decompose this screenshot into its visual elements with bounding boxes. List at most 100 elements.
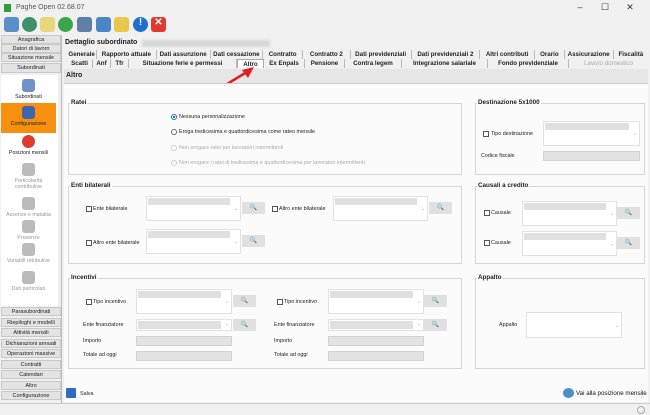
close-window-button[interactable]: ✕: [620, 2, 640, 14]
search-button[interactable]: 🔍: [233, 295, 256, 307]
sidebar-subordinati[interactable]: Subordinati: [1, 63, 61, 73]
altro-ente-2-combo[interactable]: ⌄: [146, 229, 241, 254]
search-button[interactable]: 🔍: [424, 319, 447, 331]
tipo-incentivo-combo[interactable]: ⌄: [136, 289, 232, 314]
appalto-combo[interactable]: ⌄: [526, 312, 622, 338]
close-icon[interactable]: ✕: [151, 17, 166, 32]
tab-row-1: Generale Rapporto attuale Dati assunzion…: [67, 50, 648, 59]
search-button[interactable]: 🔍: [429, 202, 452, 214]
label: Subordinati: [15, 94, 42, 100]
tab-dati-previdenziali[interactable]: Dati previdenziali: [351, 50, 412, 59]
ente-bilaterale-checkbox[interactable]: [86, 206, 92, 212]
search-button[interactable]: 🔍: [233, 319, 256, 331]
panel-item-configurazione[interactable]: Configurazione: [1, 103, 56, 133]
tab-integrazione-salariale[interactable]: Integrazione salariale: [402, 59, 488, 68]
search-button[interactable]: 🔍: [242, 202, 265, 214]
tab-anf[interactable]: Anf: [93, 59, 111, 68]
importo-2-input[interactable]: [328, 336, 424, 346]
tab-orario[interactable]: Orario: [535, 50, 564, 59]
globe-icon[interactable]: [22, 17, 37, 32]
sidebar-altro[interactable]: Altro: [1, 381, 61, 390]
tipo-incentivo-checkbox[interactable]: [86, 299, 92, 305]
tipo-incentivo-2-combo[interactable]: ⌄: [328, 289, 424, 314]
tab-contratto-2[interactable]: Contratto 2: [303, 50, 350, 59]
section-header: Altro: [64, 69, 648, 83]
tab-fondo-previdenziale[interactable]: Fondo previdenziale: [488, 59, 569, 68]
maximize-button[interactable]: ☐: [595, 2, 615, 14]
altro-ente-2-checkbox[interactable]: [86, 240, 92, 246]
panel-item-assenze[interactable]: Assenze e malattia: [1, 197, 56, 218]
altro-ente-label: Altro ente bilaterale: [279, 206, 325, 212]
search-button[interactable]: 🔍: [424, 295, 447, 307]
tipo-destinazione-combo[interactable]: ⌄: [543, 121, 640, 146]
sidebar-riepiloghi[interactable]: Riepiloghi e modelli: [1, 318, 61, 327]
panel-item-subordinati[interactable]: Subordinati: [1, 79, 56, 100]
sidebar-scrollbar[interactable]: [58, 75, 61, 306]
sidebar-operazioni[interactable]: Operazioni massive: [1, 349, 61, 358]
tab-altri-contributi[interactable]: Altri contributi: [480, 50, 535, 59]
sync-icon[interactable]: [96, 17, 111, 32]
info-icon[interactable]: !: [133, 17, 148, 32]
tipo-incentivo-2-checkbox[interactable]: [277, 299, 283, 305]
sidebar-anagrafica[interactable]: Anagrafica: [1, 35, 61, 44]
search-button[interactable]: 🔍: [617, 237, 640, 249]
panel-item-presenze[interactable]: Presenze: [1, 220, 56, 241]
tab-contratto[interactable]: Contratto: [263, 50, 303, 59]
causale-1-checkbox[interactable]: [484, 210, 490, 216]
panel-item-particolarita[interactable]: Particolarità contributive: [1, 163, 56, 190]
tab-pensione[interactable]: Pensione: [305, 59, 345, 68]
causale-2-combo[interactable]: ⌄: [522, 231, 617, 256]
radio-nessuna[interactable]: [171, 114, 177, 120]
tab-tfr[interactable]: Tfr: [111, 59, 129, 68]
tab-dati-assunzione[interactable]: Dati assunzione: [157, 50, 211, 59]
tab-assicurazione[interactable]: Assicurazione: [565, 50, 614, 59]
radio-eroga[interactable]: [171, 129, 177, 135]
codice-fiscale-label: Codice fiscale: [481, 153, 515, 159]
sidebar-datori[interactable]: Datori di lavoro: [1, 44, 61, 53]
employee-name-redacted: [142, 40, 270, 47]
network-icon[interactable]: [77, 17, 92, 32]
sidebar-attivita[interactable]: Attività mensili: [1, 328, 61, 337]
tab-dati-cessazione[interactable]: Dati cessazione: [211, 50, 263, 59]
totale-2-input[interactable]: [328, 351, 424, 361]
totale-2-label: Totale ad oggi: [274, 352, 308, 358]
sidebar-calendari[interactable]: Calendari: [1, 370, 61, 379]
panel-item-variabili[interactable]: Variabili retributive: [1, 243, 56, 264]
help-icon[interactable]: [58, 17, 73, 32]
ente-finanziatore-2-combo[interactable]: ⌄: [328, 319, 424, 331]
chevron-down-icon: ⌄: [225, 321, 229, 327]
sidebar-configurazione[interactable]: Configurazione: [1, 391, 61, 400]
sidebar-dichiarazioni[interactable]: Dichiarazioni annuali: [1, 339, 61, 348]
totale-input[interactable]: [136, 351, 232, 361]
panel-item-posizioni-mensili[interactable]: Posizioni mensili: [1, 135, 56, 156]
ente-finanziatore-combo[interactable]: ⌄: [136, 319, 232, 331]
folder-icon[interactable]: [114, 17, 129, 32]
users-icon: [22, 79, 35, 92]
sidebar-parasubordinati[interactable]: Parasubordinati: [1, 307, 61, 316]
tab-fiscalita[interactable]: Fiscalità: [614, 50, 648, 59]
minimize-button[interactable]: –: [570, 2, 590, 14]
tab-generale[interactable]: Generale: [67, 50, 97, 59]
panel-item-dati-particolari[interactable]: Dati particolari: [1, 271, 56, 292]
tipo-destinazione-checkbox[interactable]: [483, 131, 489, 137]
tab-dati-previdenziali-2[interactable]: Dati previdenziali 2: [412, 50, 480, 59]
search-button[interactable]: 🔍: [242, 235, 265, 247]
goto-posizione-mensile-button[interactable]: Vai alla posizione mensile: [563, 388, 649, 400]
codice-fiscale-input[interactable]: [543, 151, 640, 161]
causale-2-checkbox[interactable]: [484, 240, 490, 246]
altro-ente-checkbox[interactable]: [272, 206, 278, 212]
tab-contra-legem[interactable]: Contra legem: [345, 59, 402, 68]
tab-scatti[interactable]: Scatti: [67, 59, 93, 68]
causale-1-combo[interactable]: ⌄: [522, 201, 617, 226]
user-config-icon: [22, 106, 35, 119]
tab-rapporto-attuale[interactable]: Rapporto attuale: [97, 50, 156, 59]
altro-ente-combo[interactable]: ⌄: [333, 196, 428, 221]
sidebar-contratti[interactable]: Contratti: [1, 360, 61, 369]
home-icon[interactable]: [4, 17, 19, 32]
search-document-icon[interactable]: [40, 17, 55, 32]
sidebar-situazione-mensile[interactable]: Situazione mensile: [1, 53, 61, 62]
ente-bilaterale-combo[interactable]: ⌄: [146, 196, 241, 221]
tab-ex-enpals[interactable]: Ex Enpals: [264, 59, 305, 68]
importo-input[interactable]: [136, 336, 232, 346]
search-button[interactable]: 🔍: [617, 207, 640, 219]
